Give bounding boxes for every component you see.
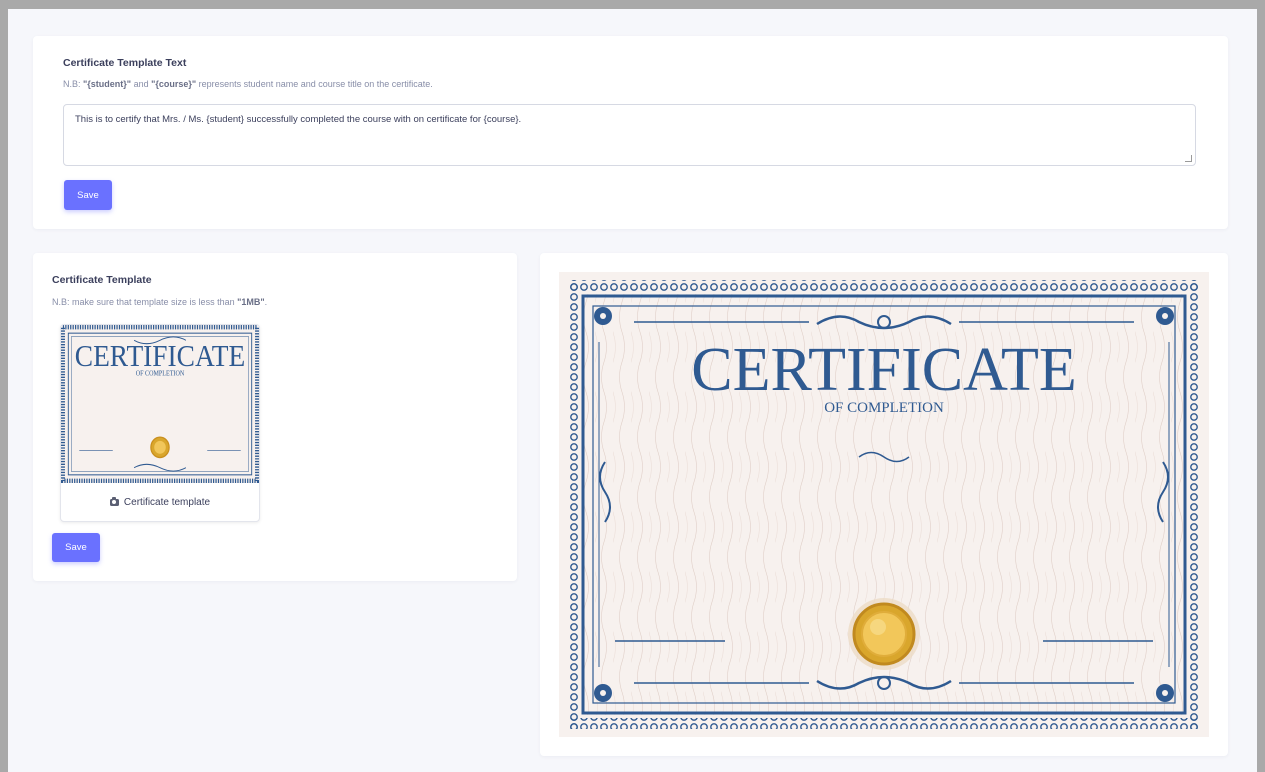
thumbnail-heading: CERTIFICATE xyxy=(75,339,245,373)
certificate-text-title: Certificate Template Text xyxy=(63,57,187,69)
certificate-heading: CERTIFICATE xyxy=(691,336,1077,404)
note-course-placeholder: "{course}" xyxy=(151,79,197,89)
note-prefix: N.B: xyxy=(63,79,84,89)
certificate-subheading: OF COMPLETION xyxy=(824,400,944,416)
camera-icon xyxy=(109,497,119,506)
save-template-button[interactable]: Save xyxy=(52,533,100,562)
note-student-placeholder: "{student}" xyxy=(83,79,132,89)
certificate-thumbnail-image: CERTIFICATE OF COMPLETION xyxy=(61,325,259,484)
certificate-preview-card: CERTIFICATE OF COMPLETION xyxy=(540,253,1228,756)
certificate-text-card: Certificate Template Text N.B: "{student… xyxy=(33,36,1228,229)
certificate-preview-image: CERTIFICATE OF COMPLETION xyxy=(559,272,1209,737)
certificate-text-value: This is to certify that Mrs. / Ms. {stud… xyxy=(75,114,522,125)
resize-handle[interactable] xyxy=(1185,155,1192,162)
template-note-prefix: N.B: make sure that template size is les… xyxy=(52,297,238,307)
certificate-template-title: Certificate Template xyxy=(52,274,152,286)
certificate-text-input[interactable]: This is to certify that Mrs. / Ms. {stud… xyxy=(63,104,1196,166)
note-and: and xyxy=(131,79,152,89)
thumbnail-caption: Certificate template xyxy=(61,483,259,521)
template-note-size: "1MB" xyxy=(237,297,265,307)
template-note-suffix: . xyxy=(264,297,268,307)
note-suffix: represents student name and course title… xyxy=(196,79,433,89)
thumbnail-caption-text: Certificate template xyxy=(123,496,211,508)
save-text-button[interactable]: Save xyxy=(64,180,112,210)
certificate-template-card: Certificate Template N.B: make sure that… xyxy=(33,253,517,581)
thumbnail-subheading: OF COMPLETION xyxy=(136,370,185,377)
certificate-text-note: N.B: "{student}" and "{course}" represen… xyxy=(63,79,433,89)
certificate-template-note: N.B: make sure that template size is les… xyxy=(52,297,267,307)
certificate-thumbnail-card[interactable]: CERTIFICATE OF COMPLETION Certificate te… xyxy=(60,324,260,522)
